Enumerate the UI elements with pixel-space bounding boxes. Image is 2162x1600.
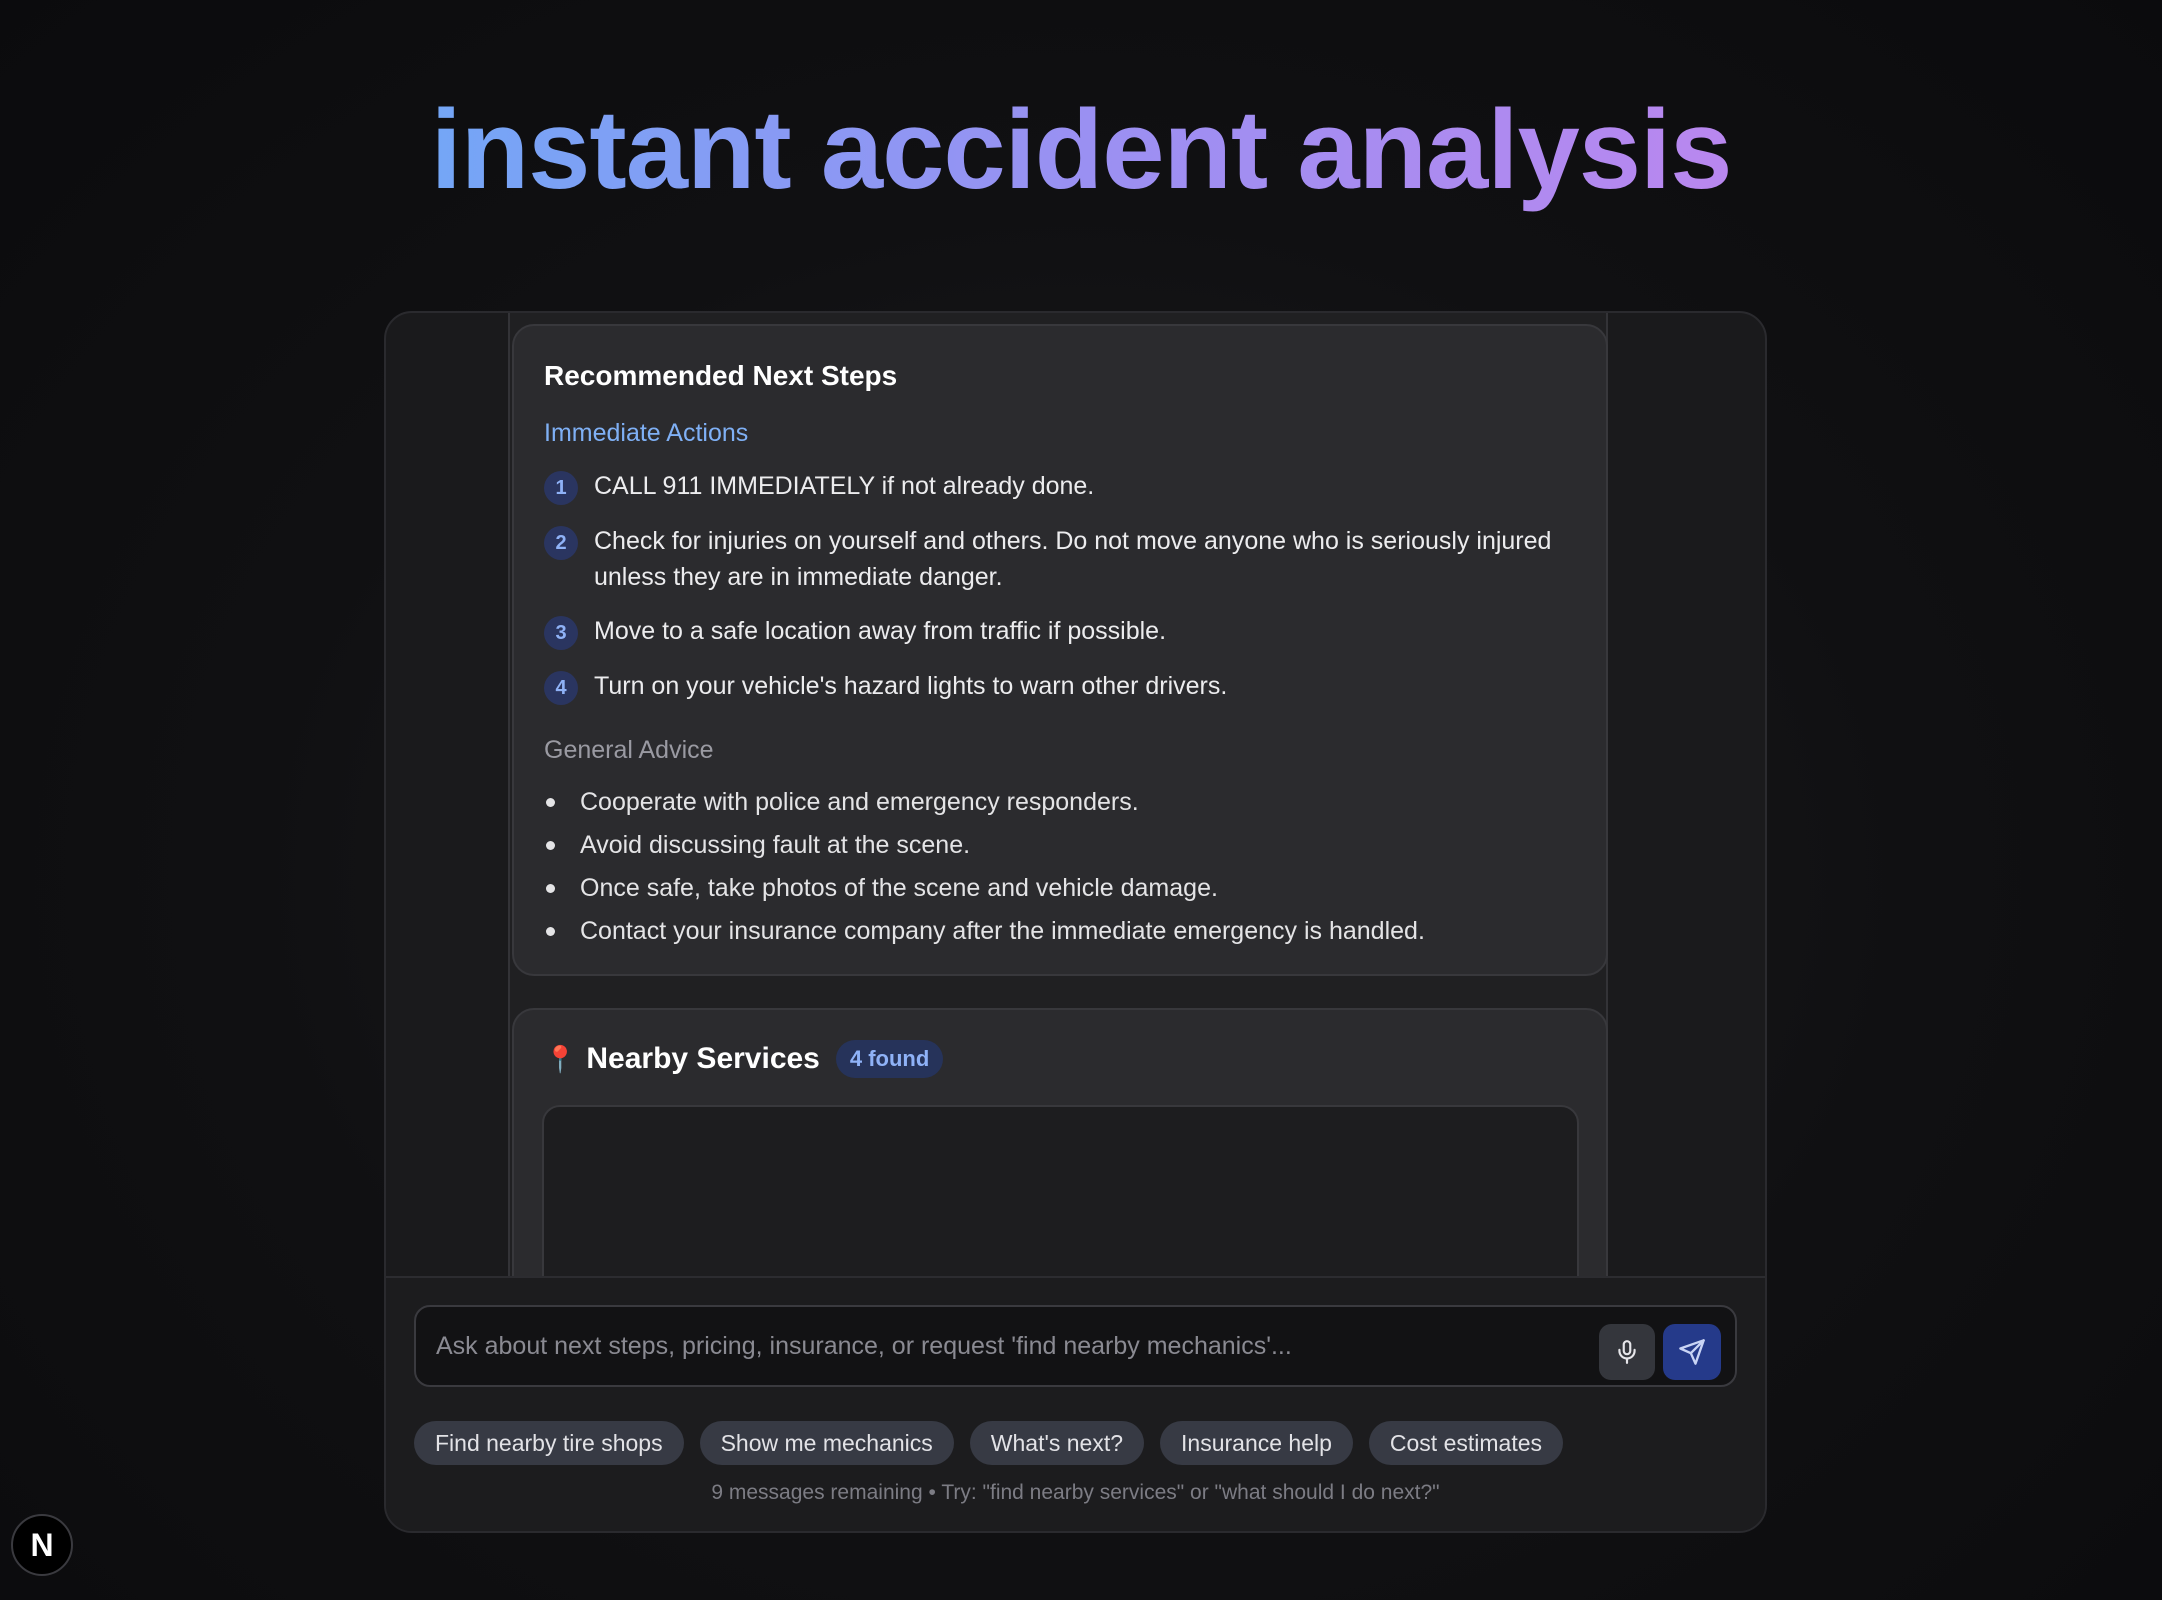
map-pin-icon: 📍 (544, 1043, 577, 1074)
immediate-actions-heading: Immediate Actions (544, 419, 749, 447)
advice-text: Once safe, take photos of the scene and … (580, 874, 1218, 902)
messages-scroll-area[interactable]: Recommended Next Steps Immediate Actions… (386, 313, 1765, 1276)
send-button[interactable] (1663, 1324, 1721, 1380)
general-advice-list: Cooperate with police and emergency resp… (544, 781, 1576, 953)
composer: Find nearby tire shops Show me mechanics… (386, 1276, 1765, 1531)
hero-title: instant accident analysis (0, 85, 2162, 215)
step-number-badge: 3 (544, 616, 578, 650)
next-steps-title: Recommended Next Steps (544, 360, 898, 391)
nearby-services-card: 📍 Nearby Services 4 found (512, 1008, 1608, 1276)
chip-cost-estimates[interactable]: Cost estimates (1368, 1421, 1564, 1465)
hint-text: Try: "find nearby services" or "what sho… (941, 1481, 1440, 1504)
separator-dot: • (928, 1481, 936, 1504)
services-map[interactable] (542, 1105, 1579, 1276)
message-input-box (414, 1305, 1737, 1387)
send-icon (1679, 1339, 1705, 1365)
microphone-button[interactable] (1599, 1324, 1655, 1380)
advice-item: Cooperate with police and emergency resp… (544, 781, 1576, 824)
action-item: 3 Move to a safe location away from traf… (544, 613, 1576, 650)
message-column: Recommended Next Steps Immediate Actions… (508, 313, 1608, 1276)
message-input[interactable] (436, 1307, 1606, 1385)
step-text: Check for injuries on yourself and other… (594, 527, 1552, 591)
advice-text: Avoid discussing fault at the scene. (580, 831, 971, 859)
step-number-badge: 2 (544, 526, 578, 560)
footer-note: 9 messages remaining • Try: "find nearby… (386, 1481, 1765, 1505)
advice-text: Contact your insurance company after the… (580, 917, 1425, 945)
n-logo-button[interactable]: N (11, 1514, 73, 1576)
found-count-badge: 4 found (835, 1040, 944, 1078)
bullet-icon (546, 927, 555, 936)
chip-show-mechanics[interactable]: Show me mechanics (699, 1421, 954, 1465)
action-item: 2 Check for injuries on yourself and oth… (544, 523, 1576, 595)
advice-item: Once safe, take photos of the scene and … (544, 867, 1576, 910)
messages-remaining: 9 messages remaining (711, 1481, 923, 1504)
nearby-services-title: Nearby Services (586, 1042, 820, 1075)
immediate-actions-list: 1 CALL 911 IMMEDIATELY if not already do… (544, 468, 1576, 705)
step-number-badge: 4 (544, 671, 578, 705)
microphone-icon (1618, 1340, 1636, 1364)
advice-item: Avoid discussing fault at the scene. (544, 824, 1576, 867)
hero-title-text: instant accident analysis (430, 87, 1733, 212)
suggestion-chips: Find nearby tire shops Show me mechanics… (414, 1421, 1579, 1465)
chip-whats-next[interactable]: What's next? (969, 1421, 1145, 1465)
advice-text: Cooperate with police and emergency resp… (580, 788, 1139, 816)
chip-find-tire-shops[interactable]: Find nearby tire shops (414, 1421, 684, 1465)
nearby-services-header: 📍 Nearby Services 4 found (544, 1040, 1576, 1078)
chip-insurance-help[interactable]: Insurance help (1160, 1421, 1353, 1465)
next-steps-card: Recommended Next Steps Immediate Actions… (512, 324, 1608, 976)
step-text: Turn on your vehicle's hazard lights to … (594, 672, 1228, 700)
action-item: 4 Turn on your vehicle's hazard lights t… (544, 668, 1576, 705)
bullet-icon (546, 841, 555, 850)
advice-item: Contact your insurance company after the… (544, 910, 1576, 953)
chat-panel: Recommended Next Steps Immediate Actions… (384, 311, 1767, 1533)
step-text: Move to a safe location away from traffi… (594, 617, 1167, 645)
bullet-icon (546, 798, 555, 807)
page: instant accident analysis Recommended Ne… (0, 0, 2162, 1600)
general-advice-heading: General Advice (544, 736, 714, 764)
step-number-badge: 1 (544, 471, 578, 505)
bullet-icon (546, 884, 555, 893)
action-item: 1 CALL 911 IMMEDIATELY if not already do… (544, 468, 1576, 505)
step-text: CALL 911 IMMEDIATELY if not already done… (594, 472, 1095, 500)
